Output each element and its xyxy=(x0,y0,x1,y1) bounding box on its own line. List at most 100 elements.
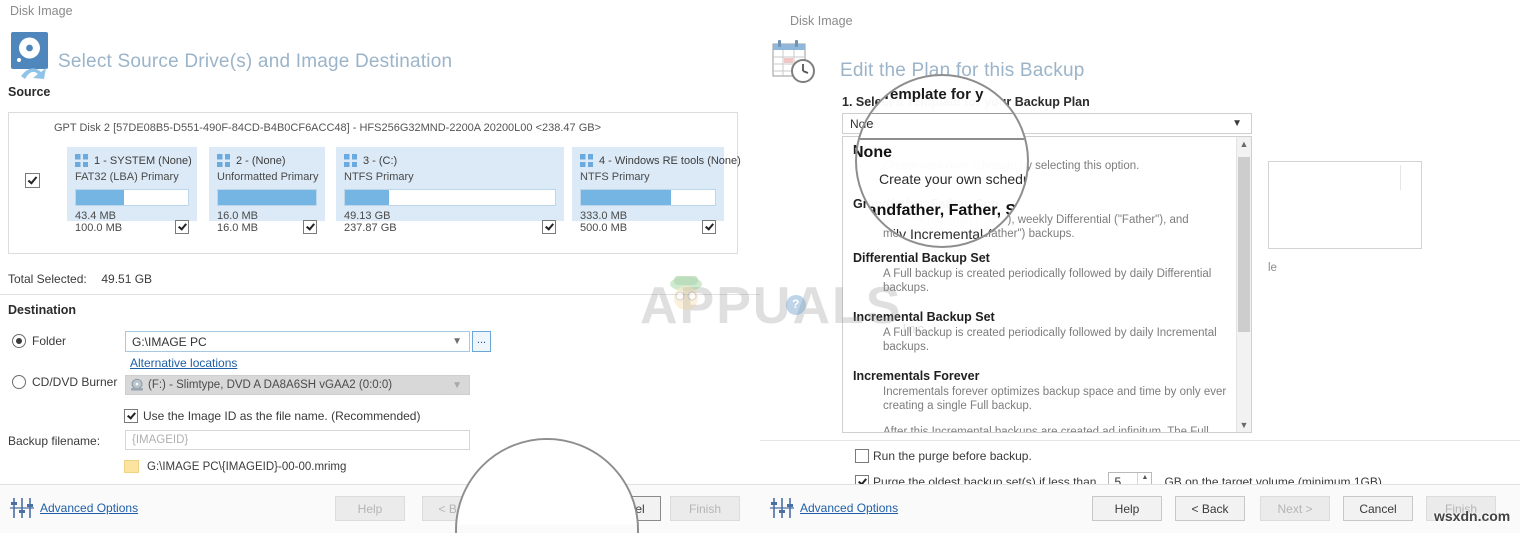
option-title: Differential Backup Set xyxy=(853,251,990,265)
total-selected-row: Total Selected: 49.51 GB xyxy=(8,272,152,286)
partition-checkbox[interactable] xyxy=(542,220,556,234)
calendar-clock-icon xyxy=(772,40,815,83)
partition-filesystem: NTFS Primary xyxy=(580,171,650,183)
list-item[interactable]: Differential Backup Set A Full backup is… xyxy=(853,251,1228,295)
final-path-row: G:\IMAGE PC\{IMAGEID}-00-00.mrimg xyxy=(124,460,346,473)
hard-disk-icon xyxy=(11,32,48,79)
total-selected-value: 49.51 GB xyxy=(101,272,153,286)
partition-usage-bar xyxy=(344,189,556,206)
partition-checkbox[interactable] xyxy=(175,220,189,234)
partition-checkbox[interactable] xyxy=(303,220,317,234)
partition-total: 500.0 MB xyxy=(580,222,628,234)
option-description: A Full backup is created periodically fo… xyxy=(883,327,1217,353)
magnified-option-gfs-desc1: Daily Incremental ("So xyxy=(875,226,1014,242)
list-scrollbar[interactable]: ▲ ▼ xyxy=(1236,137,1251,432)
run-purge-before-backup-row[interactable]: Run the purge before backup. xyxy=(855,449,1032,463)
browse-button[interactable]: ... xyxy=(472,331,491,352)
use-image-id-checkbox[interactable] xyxy=(124,409,138,423)
destination-section-label: Destination xyxy=(8,303,77,317)
source-disk-panel: GPT Disk 2 [57DE08B5-D551-490F-84CD-B4B0… xyxy=(8,112,741,254)
left-button-bar: Advanced Options Help < Back Next > Canc… xyxy=(0,484,760,533)
partition-name: 2 - (None) xyxy=(236,154,286,167)
total-selected-label: Total Selected: xyxy=(8,272,87,286)
back-button-right[interactable]: < Back xyxy=(1175,496,1245,521)
divider xyxy=(760,440,1520,441)
cddvd-radio[interactable]: CD/DVD Burner xyxy=(12,375,117,389)
partition-used: 333.0 MB xyxy=(580,210,628,222)
folder-icon xyxy=(124,460,139,473)
magnifier-circle-left xyxy=(455,438,639,533)
partition-total: 16.0 MB xyxy=(217,222,258,234)
partition-used: 49.13 GB xyxy=(344,210,391,222)
disk-caption: GPT Disk 2 [57DE08B5-D551-490F-84CD-B4B0… xyxy=(54,122,602,134)
magnified-template-label: Template for y xyxy=(882,86,984,103)
backup-filename-label: Backup filename: xyxy=(8,434,101,448)
backup-filename-placeholder: {IMAGEID} xyxy=(132,434,189,446)
partition-name: 3 - (C:) xyxy=(363,154,398,167)
cancel-button-right[interactable]: Cancel xyxy=(1343,496,1413,521)
advanced-options-link-right[interactable]: Advanced Options xyxy=(800,501,898,515)
sliders-icon xyxy=(10,498,34,518)
partition-card[interactable]: 3 - (C:) NTFS Primary 49.13 GB 237.87 GB xyxy=(336,147,564,234)
magnified-option-none: None xyxy=(855,144,892,161)
option-description: A Full backup is created periodically fo… xyxy=(883,268,1212,294)
partition-used: 16.0 MB xyxy=(217,210,258,222)
option-description: Incrementals forever optimizes backup sp… xyxy=(883,386,1227,412)
partition-card[interactable]: 4 - Windows RE tools (None) NTFS Primary… xyxy=(572,147,741,234)
finish-button-left: Finish xyxy=(670,496,740,521)
page-title-left: Select Source Drive(s) and Image Destina… xyxy=(58,51,453,72)
alternative-locations-link[interactable]: Alternative locations xyxy=(130,356,237,370)
folder-radio-button[interactable] xyxy=(12,334,26,348)
right-button-bar: Advanced Options Help < Back Next > Canc… xyxy=(760,484,1520,533)
magnified-combo-value: ne xyxy=(859,116,874,131)
disk-select-checkbox[interactable] xyxy=(25,173,40,188)
preview-box xyxy=(1268,161,1422,249)
folder-path-value: G:\IMAGE PC xyxy=(132,334,207,349)
magnified-option-none-desc: Create your own schedule xyxy=(879,171,1029,187)
source-section-label: Source xyxy=(8,85,51,99)
partition-card[interactable]: 2 - (None) Unformatted Primary 16.0 MB 16… xyxy=(209,147,325,234)
partition-usage-bar xyxy=(217,189,317,206)
partition-name: 4 - Windows RE tools (None) xyxy=(599,154,741,167)
folder-radio-label: Folder xyxy=(32,334,67,348)
scroll-up-icon[interactable]: ▲ xyxy=(1237,137,1251,151)
partition-filesystem: NTFS Primary xyxy=(344,171,414,183)
partition-usage-bar xyxy=(580,189,716,206)
disk-image-source-window: Disk Image Select Source Drive(s) and Im… xyxy=(0,0,760,533)
folder-path-combobox[interactable]: G:\IMAGE PC ▼ xyxy=(125,331,470,352)
partition-checkbox[interactable] xyxy=(702,220,716,234)
list-item[interactable]: After this Incremental backups are creat… xyxy=(853,423,1228,432)
partition-name: 1 - SYSTEM (None) xyxy=(94,154,192,167)
list-item[interactable]: Incrementals Forever Incrementals foreve… xyxy=(853,369,1228,413)
folder-radio[interactable]: Folder xyxy=(12,334,66,348)
help-button-left[interactable]: Help xyxy=(335,496,405,521)
partition-used: 43.4 MB xyxy=(75,210,116,222)
scroll-down-icon[interactable]: ▼ xyxy=(1237,418,1251,432)
divider xyxy=(0,294,760,295)
sliders-icon xyxy=(770,498,794,518)
stepper-up-icon[interactable]: ▲ xyxy=(1138,473,1151,482)
side-text-fragment: le xyxy=(1268,262,1277,274)
option-title: Incremental Backup Set xyxy=(853,310,995,324)
option-title: Incrementals Forever xyxy=(853,369,980,383)
partition-usage-bar xyxy=(75,189,189,206)
list-item[interactable]: Incremental Backup Set A Full backup is … xyxy=(853,310,1228,354)
cddvd-radio-label: CD/DVD Burner xyxy=(32,375,118,389)
scrollbar-thumb[interactable] xyxy=(1238,157,1250,332)
use-image-id-checkbox-row[interactable]: Use the Image ID as the file name. (Reco… xyxy=(124,409,420,423)
partition-card[interactable]: 1 - SYSTEM (None) FAT32 (LBA) Primary 43… xyxy=(67,147,197,234)
windows-icon xyxy=(344,154,357,167)
run-purge-checkbox[interactable] xyxy=(855,449,869,463)
final-path-text: G:\IMAGE PC\{IMAGEID}-00-00.mrimg xyxy=(147,460,347,473)
help-button-right[interactable]: Help xyxy=(1092,496,1162,521)
run-purge-label: Run the purge before backup. xyxy=(873,449,1032,463)
windows-icon xyxy=(580,154,593,167)
magnifier-circle-right: Template for y ne None Create your own s… xyxy=(855,74,1029,248)
advanced-options-link-left[interactable]: Advanced Options xyxy=(40,501,138,515)
cddvd-radio-button[interactable] xyxy=(12,375,26,389)
chevron-down-icon[interactable]: ▼ xyxy=(1232,118,1242,129)
chevron-down-icon: ▼ xyxy=(452,379,462,391)
magnified-option-gfs: Grandfather, Father, Son xyxy=(855,202,1029,219)
chevron-down-icon[interactable]: ▼ xyxy=(452,336,462,347)
backup-filename-input[interactable]: {IMAGEID} xyxy=(125,430,470,450)
